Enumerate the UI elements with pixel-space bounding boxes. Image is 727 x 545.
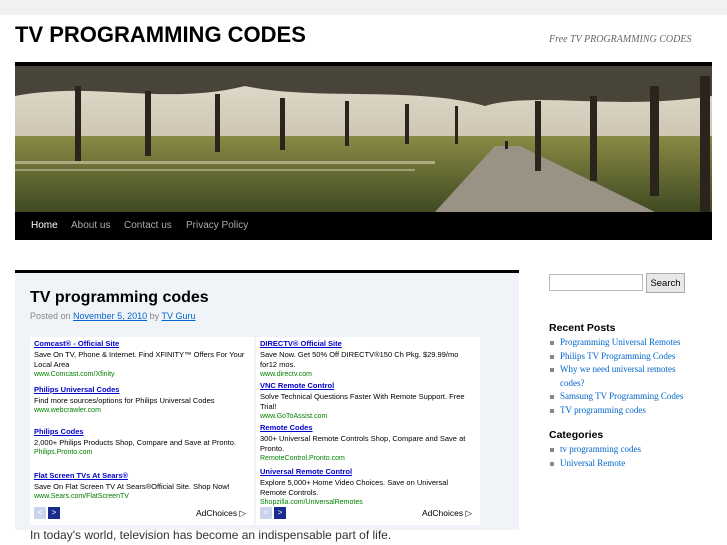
ad-description: 2,000+ Philips Products Shop, Compare an… <box>34 438 236 447</box>
recent-post-link[interactable]: Philips TV Programming Codes <box>549 350 699 364</box>
post-article: TV programming codes Posted on November … <box>15 270 519 542</box>
ad-url[interactable]: www.GoToAssist.com <box>260 413 476 420</box>
ad-title[interactable]: Comcast® - Official Site <box>34 339 250 348</box>
adchoices-link[interactable]: AdChoices ▷ <box>196 508 246 519</box>
posted-on-label: Posted on <box>30 311 71 321</box>
ad-title[interactable]: Flat Screen TVs At Sears® <box>34 471 250 480</box>
ad-url[interactable]: Philips.Pronto.com <box>34 449 250 456</box>
category-link[interactable]: Universal Remote <box>549 457 699 471</box>
ad-url[interactable]: www.Sears.com/FlatScreenTV <box>34 493 250 500</box>
ad-description: Save Now. Get 50% Off DIRECTV®150 Ch Pkg… <box>260 350 459 369</box>
ad-block-left: Comcast® - Official Site Save On TV, Pho… <box>30 337 254 525</box>
ad-item[interactable]: DIRECTV® Official Site Save Now. Get 50%… <box>260 339 476 378</box>
recent-post-link[interactable]: Samsung TV Programming Codes <box>549 390 699 404</box>
nav-item-home[interactable]: Home <box>31 220 58 231</box>
post-title[interactable]: TV programming codes <box>30 289 209 307</box>
ad-item[interactable]: Flat Screen TVs At Sears® Save On Flat S… <box>34 471 250 500</box>
ad-prev-arrow-icon[interactable]: < <box>34 507 46 519</box>
adchoices-link[interactable]: AdChoices ▷ <box>422 508 472 519</box>
post-meta: Posted on November 5, 2010 by TV Guru <box>30 311 195 321</box>
site-title[interactable]: TV PROGRAMMING CODES <box>15 22 306 48</box>
ad-title[interactable]: Universal Remote Control <box>260 467 476 476</box>
ad-item[interactable]: VNC Remote Control Solve Technical Quest… <box>260 381 476 420</box>
categories-heading: Categories <box>549 429 604 441</box>
recent-post-link[interactable]: Why we need universal remotes codes? <box>549 363 699 390</box>
ad-item[interactable]: Philips Codes 2,000+ Philips Products Sh… <box>34 427 250 456</box>
ad-navigation: < > AdChoices ▷ <box>34 507 250 521</box>
ad-next-arrow-icon[interactable]: > <box>48 507 60 519</box>
ad-description: Find more sources/options for Philips Un… <box>34 396 215 405</box>
ad-item[interactable]: Universal Remote Control Explore 5,000+ … <box>260 467 476 506</box>
ad-description: Save On TV, Phone & Internet. Find XFINI… <box>34 350 245 369</box>
ad-item[interactable]: Remote Codes 300+ Universal Remote Contr… <box>260 423 476 462</box>
nav-item-contact-us[interactable]: Contact us <box>124 220 172 231</box>
ad-url[interactable]: www.directv.com <box>260 371 476 378</box>
ad-title[interactable]: Philips Codes <box>34 427 250 436</box>
ad-url[interactable]: RemoteControl.Pronto.com <box>260 455 476 462</box>
recent-posts-heading: Recent Posts <box>549 322 616 334</box>
recent-post-link[interactable]: TV programming codes <box>549 404 699 418</box>
recent-posts-list: Programming Universal Remotes Philips TV… <box>549 336 699 417</box>
ad-next-arrow-icon[interactable]: > <box>274 507 286 519</box>
ad-url[interactable]: www.webcrawler.com <box>34 407 250 414</box>
ad-description: Save On Flat Screen TV At Sears®Official… <box>34 482 230 491</box>
ad-url[interactable]: Shopzilla.com/UniversalRemotes <box>260 499 476 506</box>
search-button[interactable]: Search <box>646 273 685 293</box>
ad-block-right: DIRECTV® Official Site Save Now. Get 50%… <box>256 337 480 525</box>
nav-item-privacy-policy[interactable]: Privacy Policy <box>186 220 248 231</box>
by-label: by <box>149 311 160 321</box>
ad-description: Explore 5,000+ Home Video Choices. Save … <box>260 478 449 497</box>
ad-description: Solve Technical Questions Faster With Re… <box>260 392 465 411</box>
header-banner-image <box>15 66 712 212</box>
ad-prev-arrow-icon[interactable]: < <box>260 507 272 519</box>
site-description: Free TV PROGRAMMING CODES <box>549 34 692 45</box>
ad-title[interactable]: DIRECTV® Official Site <box>260 339 476 348</box>
search-input[interactable] <box>549 274 643 291</box>
ad-item[interactable]: Philips Universal Codes Find more source… <box>34 385 250 414</box>
ad-title[interactable]: VNC Remote Control <box>260 381 476 390</box>
post-body-text: In today's world, television has become … <box>30 528 392 542</box>
category-link[interactable]: tv programming codes <box>549 443 699 457</box>
ad-title[interactable]: Philips Universal Codes <box>34 385 250 394</box>
recent-post-link[interactable]: Programming Universal Remotes <box>549 336 699 350</box>
ad-url[interactable]: www.Comcast.com/Xfinity <box>34 371 250 378</box>
post-author-link[interactable]: TV Guru <box>161 311 195 321</box>
nav-item-about-us[interactable]: About us <box>71 220 110 231</box>
main-navigation: Home About us Contact us Privacy Policy <box>15 212 712 240</box>
post-date-link[interactable]: November 5, 2010 <box>73 311 147 321</box>
ad-description: 300+ Universal Remote Controls Shop, Com… <box>260 434 466 453</box>
ad-navigation: < > AdChoices ▷ <box>260 507 476 521</box>
ad-item[interactable]: Comcast® - Official Site Save On TV, Pho… <box>34 339 250 378</box>
ad-title[interactable]: Remote Codes <box>260 423 476 432</box>
categories-list: tv programming codes Universal Remote <box>549 443 699 470</box>
